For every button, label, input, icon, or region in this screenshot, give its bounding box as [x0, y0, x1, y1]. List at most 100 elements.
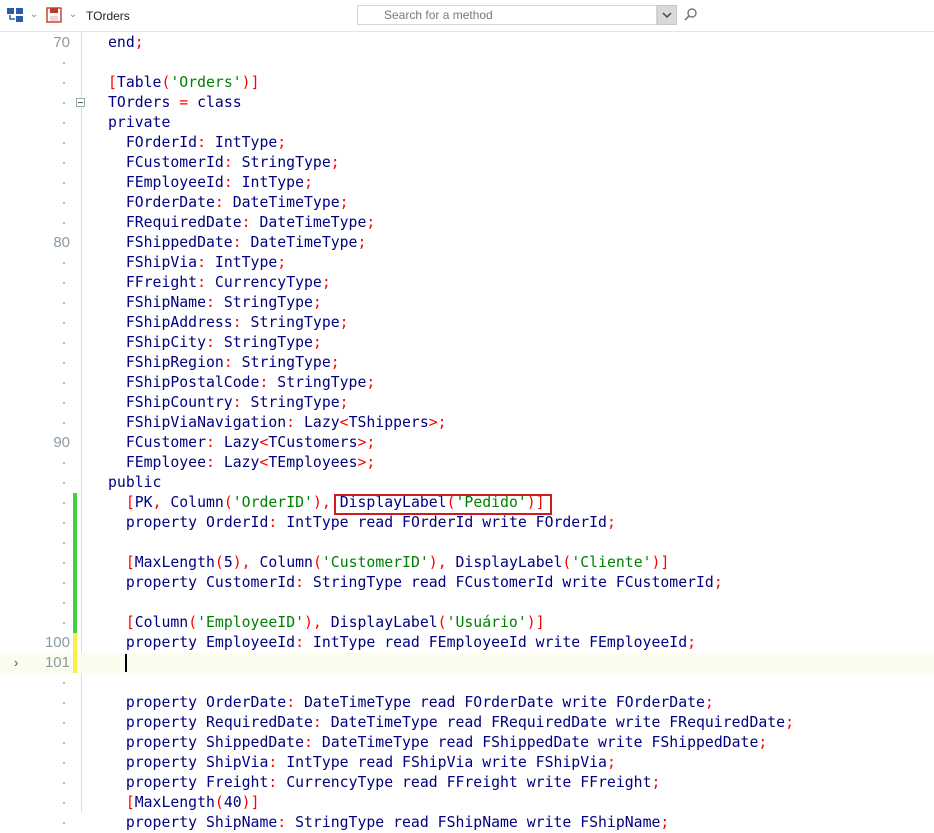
code-line[interactable]: property ShippedDate: DateTimeType read …: [0, 733, 934, 753]
code-line[interactable]: private: [0, 113, 934, 133]
code-token: OrderId: [197, 514, 269, 531]
code-line[interactable]: FRequiredDate: DateTimeType;: [0, 213, 934, 233]
code-line[interactable]: 90 FCustomer: Lazy<TCustomers>;: [0, 433, 934, 453]
code-editor[interactable]: 70 end; [Table('Orders')] TOrders = class pr…: [0, 32, 934, 831]
code-token: property: [108, 774, 198, 791]
code-text: FRequiredDate: DateTimeType;: [108, 213, 375, 233]
code-token: ;: [339, 194, 349, 211]
code-line[interactable]: property RequiredDate: DateTimeType read…: [0, 713, 934, 733]
code-line[interactable]: 80 FShippedDate: DateTimeType;: [0, 233, 934, 253]
chevron-down-icon[interactable]: ⌄: [67, 8, 79, 22]
code-line[interactable]: 70 end;: [0, 33, 934, 53]
code-line[interactable]: public: [0, 473, 934, 493]
code-token: :: [277, 814, 287, 831]
code-token: ;: [339, 314, 349, 331]
code-line[interactable]: [MaxLength(40)]: [0, 793, 934, 813]
code-line[interactable]: FShipAddress: StringType;: [0, 313, 934, 333]
code-token: >;: [428, 414, 447, 431]
code-line[interactable]: FOrderDate: DateTimeType;: [0, 193, 934, 213]
code-text: [Table('Orders')]: [108, 73, 260, 93]
code-token: 'CustomerID': [321, 554, 429, 571]
code-text: FShipRegion: StringType;: [108, 353, 340, 373]
code-token: :: [304, 734, 313, 751]
line-marker-dot: [63, 342, 65, 344]
code-line[interactable]: TOrders = class: [0, 93, 934, 113]
code-line[interactable]: FShipCity: StringType;: [0, 333, 934, 353]
saved-change-bar: [73, 613, 77, 633]
code-line[interactable]: FShipPostalCode: StringType;: [0, 373, 934, 393]
code-token: RequiredDate: [197, 714, 313, 731]
class-selector-label[interactable]: TOrders: [86, 8, 130, 24]
code-line[interactable]: [0, 53, 934, 73]
code-token: StringType: [232, 154, 331, 171]
code-token: (: [437, 614, 447, 631]
code-line[interactable]: FShipCountry: StringType;: [0, 393, 934, 413]
code-line[interactable]: FEmployeeId: IntType;: [0, 173, 934, 193]
code-line[interactable]: [Column('EmployeeID'), DisplayLabel('Usu…: [0, 613, 934, 633]
code-token: [: [108, 794, 135, 811]
code-line[interactable]: FFreight: CurrencyType;: [0, 273, 934, 293]
code-line[interactable]: property ShipName: StringType read FShip…: [0, 813, 934, 833]
code-token: public: [108, 474, 162, 491]
code-line[interactable]: FCustomerId: StringType;: [0, 153, 934, 173]
code-token: 40: [223, 794, 242, 811]
code-line[interactable]: [Table('Orders')]: [0, 73, 934, 93]
code-token: 'Usuário': [446, 614, 527, 631]
code-line[interactable]: property CustomerId: StringType read FCu…: [0, 573, 934, 593]
code-token: MaxLength: [134, 794, 215, 811]
code-token: :: [214, 194, 224, 211]
fold-collapse-icon[interactable]: [76, 98, 85, 107]
code-line[interactable]: FShipName: StringType;: [0, 293, 934, 313]
code-line[interactable]: property ShipVia: IntType read FShipVia …: [0, 753, 934, 773]
chevron-down-icon[interactable]: ⌄: [28, 8, 40, 22]
line-marker-dot: [63, 802, 65, 804]
code-token: FFreight: [571, 774, 652, 791]
method-search-dropdown[interactable]: [657, 5, 677, 25]
code-line[interactable]: FShipVia: IntType;: [0, 253, 934, 273]
code-token: 5: [223, 554, 233, 571]
code-token: StringType: [286, 814, 385, 831]
code-token: ]: [250, 794, 260, 811]
code-line[interactable]: [0, 593, 934, 613]
code-line[interactable]: [0, 533, 934, 553]
code-token: :: [232, 394, 242, 411]
code-token: write: [517, 774, 572, 791]
code-line[interactable]: FShipViaNavigation: Lazy<TShippers>;: [0, 413, 934, 433]
code-line[interactable]: property Freight: CurrencyType read FFre…: [0, 773, 934, 793]
code-text: property CustomerId: StringType read FCu…: [108, 573, 723, 593]
code-line[interactable]: FShipRegion: StringType;: [0, 353, 934, 373]
code-token: =: [179, 94, 189, 111]
method-search-input[interactable]: [357, 5, 657, 25]
code-line[interactable]: 101 ›: [0, 653, 934, 673]
code-token: (: [223, 494, 233, 511]
code-line[interactable]: [0, 673, 934, 693]
structure-view-icon[interactable]: [6, 6, 24, 24]
code-token: DateTimeType: [223, 194, 340, 211]
code-token: Column: [161, 494, 224, 511]
code-token: CurrencyType: [277, 774, 394, 791]
code-line[interactable]: [PK, Column('OrderID'), DisplayLabel('Pe…: [0, 493, 934, 515]
line-marker-dot: [63, 762, 65, 764]
code-token: IntType: [277, 754, 349, 771]
code-token: read: [437, 714, 483, 731]
code-token: :: [206, 294, 215, 311]
code-line[interactable]: 100 property EmployeeId: IntType read FE…: [0, 633, 934, 653]
code-text: [MaxLength(40)]: [108, 793, 260, 813]
code-token: DisplayLabel: [446, 554, 563, 571]
saved-change-bar: [73, 573, 77, 593]
save-icon[interactable]: [45, 6, 63, 24]
code-line[interactable]: property OrderId: IntType read FOrderId …: [0, 513, 934, 533]
code-token: TOrders: [108, 94, 180, 111]
code-token: ShipName: [197, 814, 278, 831]
code-token: ;: [312, 334, 322, 351]
code-line[interactable]: property OrderDate: DateTimeType read FO…: [0, 693, 934, 713]
search-go-icon[interactable]: [683, 7, 699, 23]
code-token: CurrencyType: [206, 274, 322, 291]
code-line[interactable]: FEmployee: Lazy<TEmployees>;: [0, 453, 934, 473]
code-line[interactable]: FOrderId: IntType;: [0, 133, 934, 153]
code-token: write: [553, 694, 607, 711]
code-token: FShippedDate: [642, 734, 759, 751]
code-line[interactable]: [MaxLength(5), Column('CustomerID'), Dis…: [0, 553, 934, 573]
code-token: FRequiredDate: [108, 214, 242, 231]
code-token: DateTimeType: [241, 234, 358, 251]
